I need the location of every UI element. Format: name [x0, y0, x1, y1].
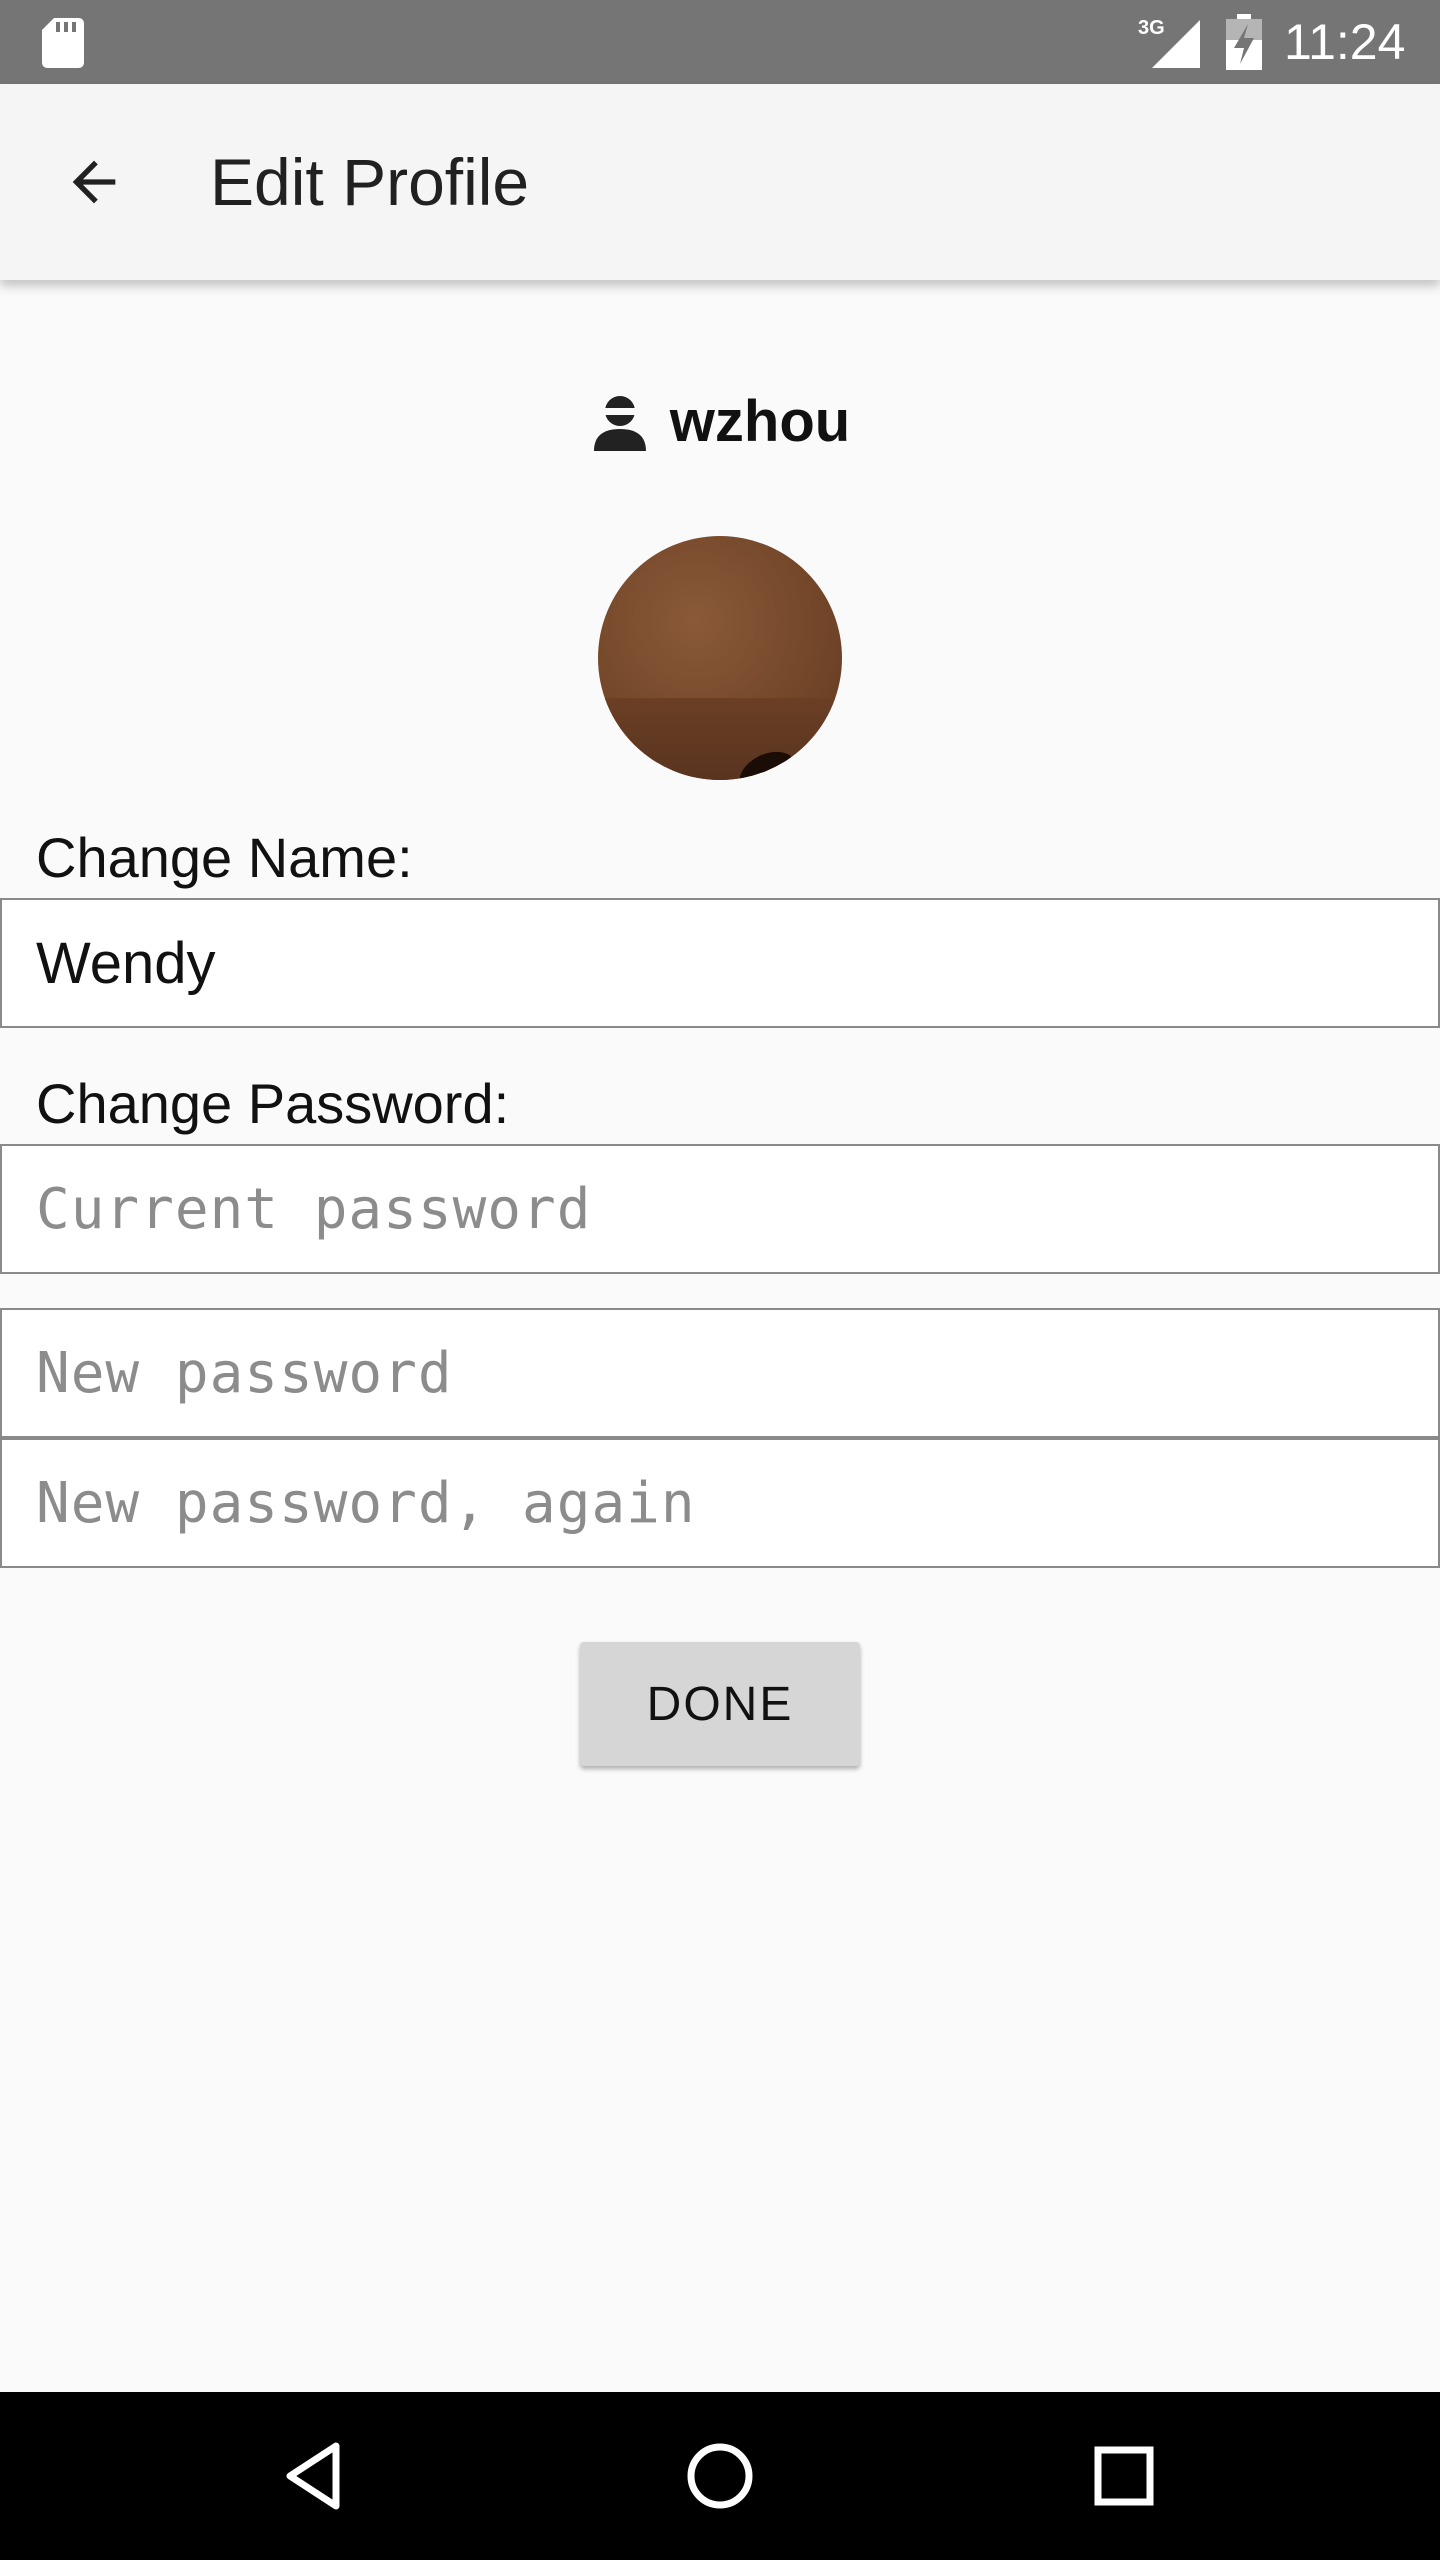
network-type-label: 3G	[1138, 17, 1165, 39]
avatar[interactable]	[598, 536, 842, 780]
confirm-password-input[interactable]	[2, 1440, 1438, 1566]
nav-home-button[interactable]	[660, 2416, 780, 2536]
back-button[interactable]	[44, 132, 144, 232]
person-icon	[593, 396, 646, 451]
name-input[interactable]	[2, 900, 1438, 1026]
change-name-label: Change Name:	[36, 826, 413, 889]
navigation-bar	[0, 2392, 1440, 2560]
current-password-container	[0, 1144, 1440, 1274]
name-field-container	[0, 898, 1440, 1028]
status-bar: 3G 11:24	[0, 0, 1440, 84]
nav-recents-button[interactable]	[1064, 2416, 1184, 2536]
username: wzhou	[669, 388, 851, 454]
new-password-input[interactable]	[2, 1310, 1438, 1436]
arrow-back-icon	[72, 160, 116, 204]
home-circle-icon	[687, 2443, 753, 2509]
nav-back-button[interactable]	[256, 2416, 376, 2536]
confirm-password-container	[0, 1438, 1440, 1568]
back-triangle-icon	[286, 2442, 340, 2510]
status-time: 11:24	[1284, 14, 1406, 70]
avatar-photo-floor	[598, 698, 842, 780]
app-bar: Edit Profile	[0, 84, 1440, 280]
battery-charging-icon	[1226, 14, 1262, 70]
change-password-label: Change Password:	[36, 1072, 510, 1135]
recents-square-icon	[1094, 2446, 1154, 2506]
username-row: wzhou	[0, 376, 1440, 466]
signal-icon: 3G	[1138, 17, 1200, 68]
done-button[interactable]: DONE	[580, 1642, 860, 1766]
sd-card-icon	[42, 18, 84, 68]
screen: 3G 11:24 Edit Profile wzhou Change Name:…	[0, 0, 1440, 2560]
new-password-container	[0, 1308, 1440, 1438]
page-title: Edit Profile	[210, 145, 530, 219]
current-password-input[interactable]	[2, 1146, 1438, 1272]
